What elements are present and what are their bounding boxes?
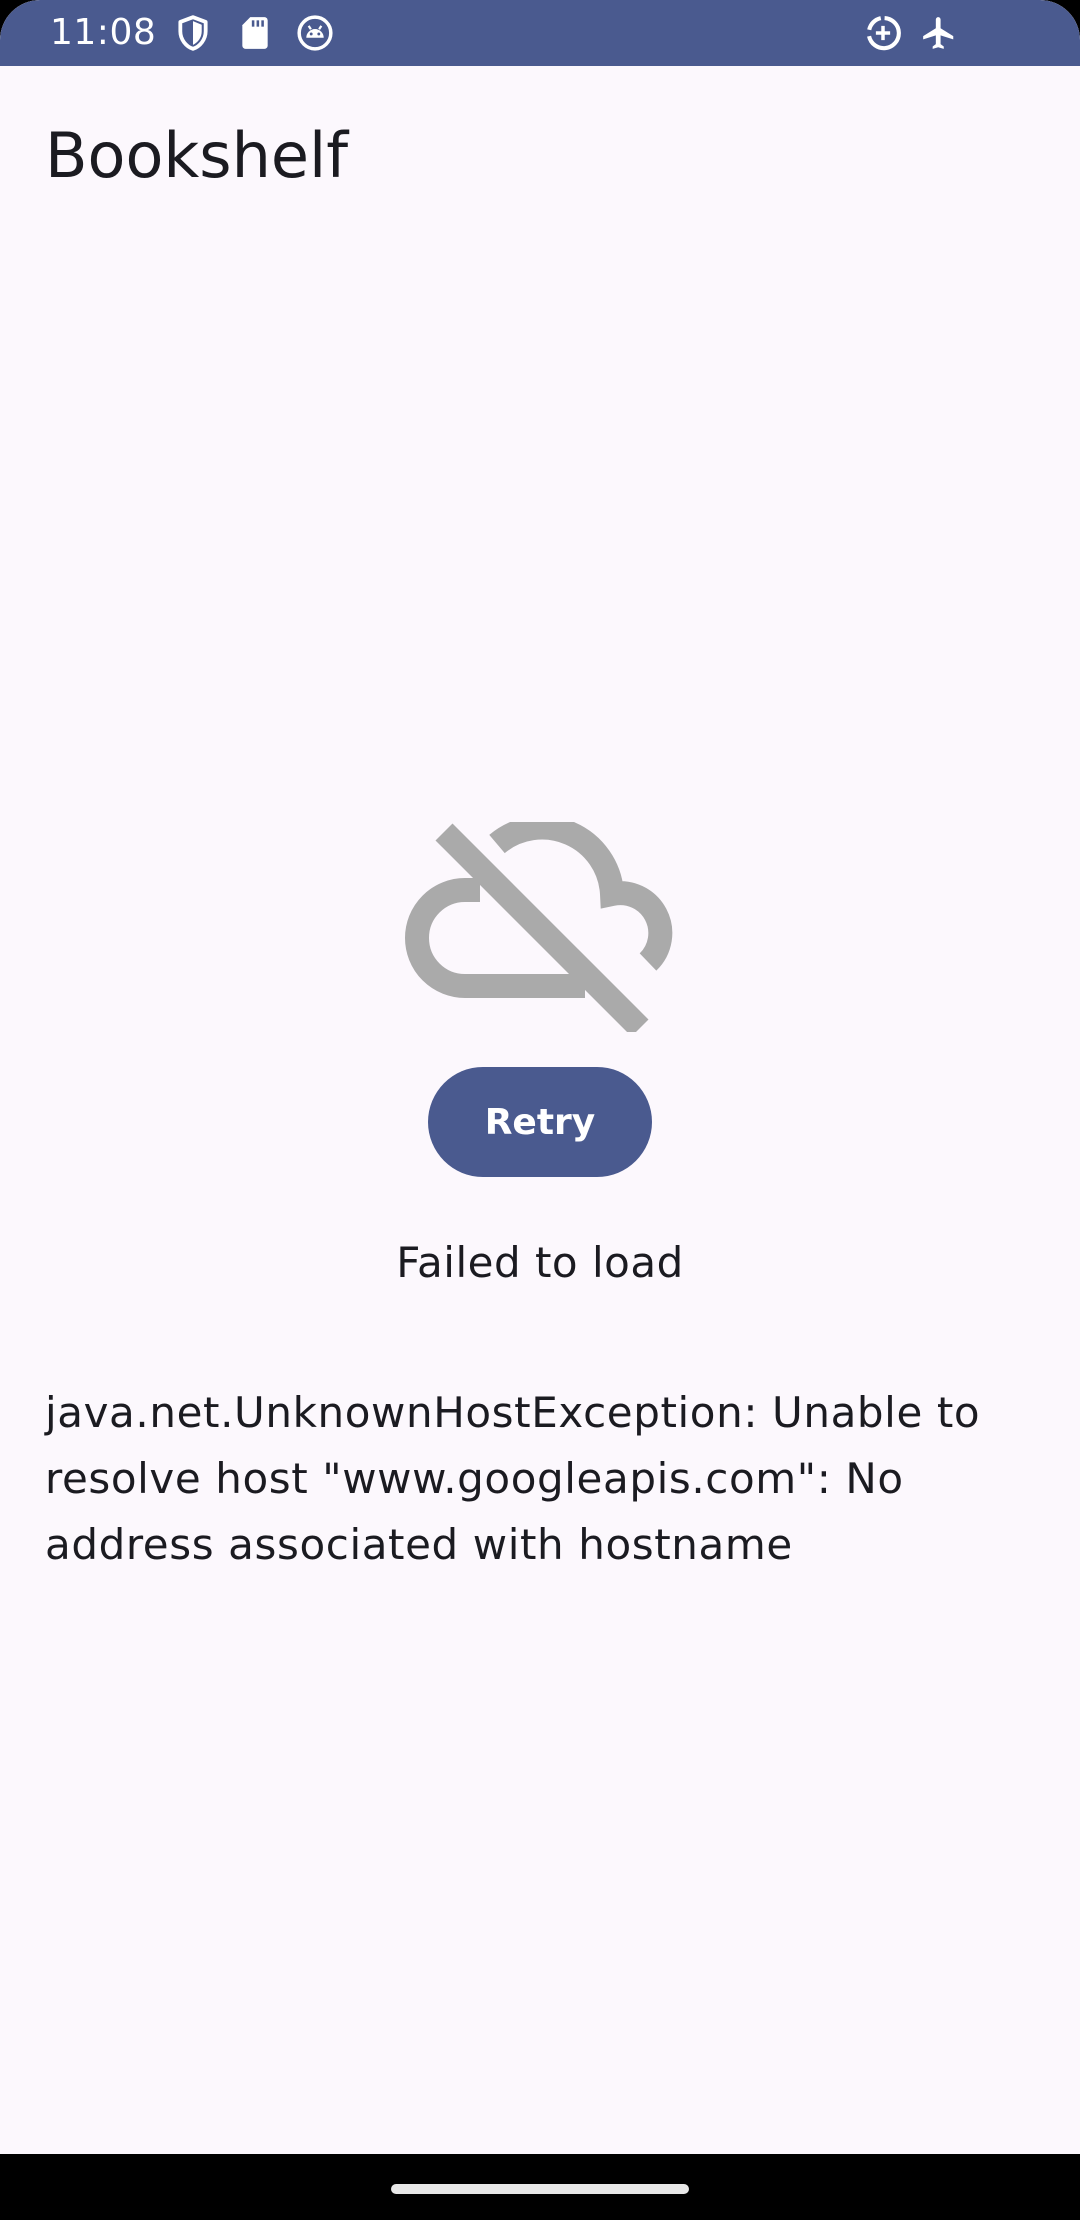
home-gesture-handle[interactable] [391, 2184, 689, 2194]
cloud-off-icon [405, 822, 673, 1032]
app-title: Bookshelf [45, 119, 349, 192]
shield-icon [178, 15, 208, 51]
status-time: 11:08 [50, 12, 157, 53]
android-debug-icon [297, 15, 333, 51]
app-screen: 11:08 Bookshelf Retry Failed to load jav… [0, 0, 1080, 2154]
status-bar: 11:08 [0, 0, 1080, 66]
retry-button[interactable]: Retry [428, 1067, 652, 1177]
failed-to-load-message: Failed to load [396, 1238, 684, 1287]
airplane-mode-icon [923, 17, 954, 49]
data-saver-icon [867, 16, 901, 51]
error-detail-text: java.net.UnknownHostException: Unable to… [45, 1388, 981, 1569]
sd-card-icon [242, 17, 268, 49]
